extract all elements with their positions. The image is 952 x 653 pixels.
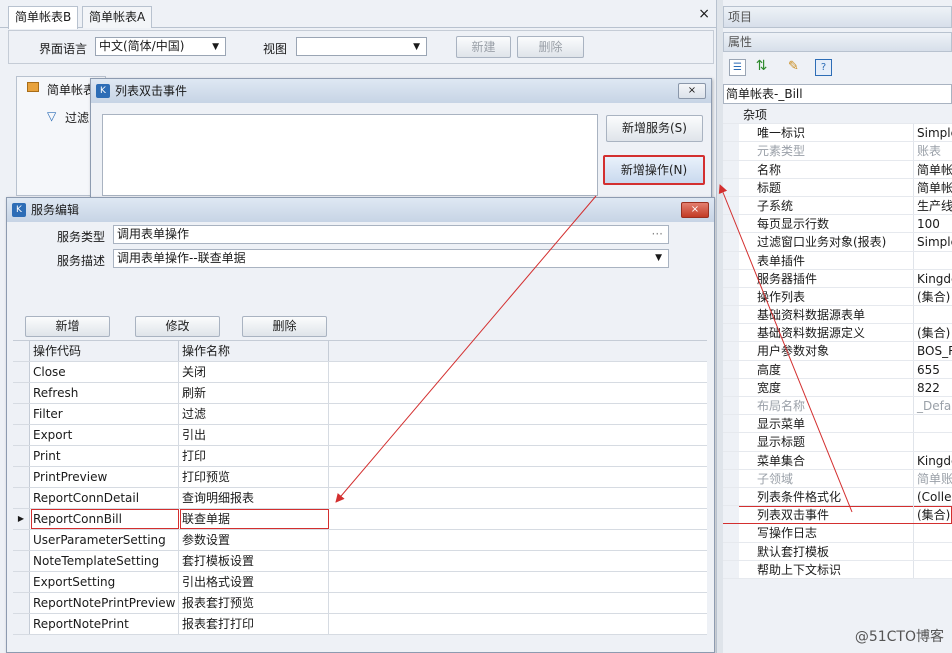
watermark: @51CTO博客 xyxy=(854,629,944,645)
annotation-arrows xyxy=(335,184,853,513)
arrow-line xyxy=(718,184,853,513)
arrow-line xyxy=(335,195,597,503)
